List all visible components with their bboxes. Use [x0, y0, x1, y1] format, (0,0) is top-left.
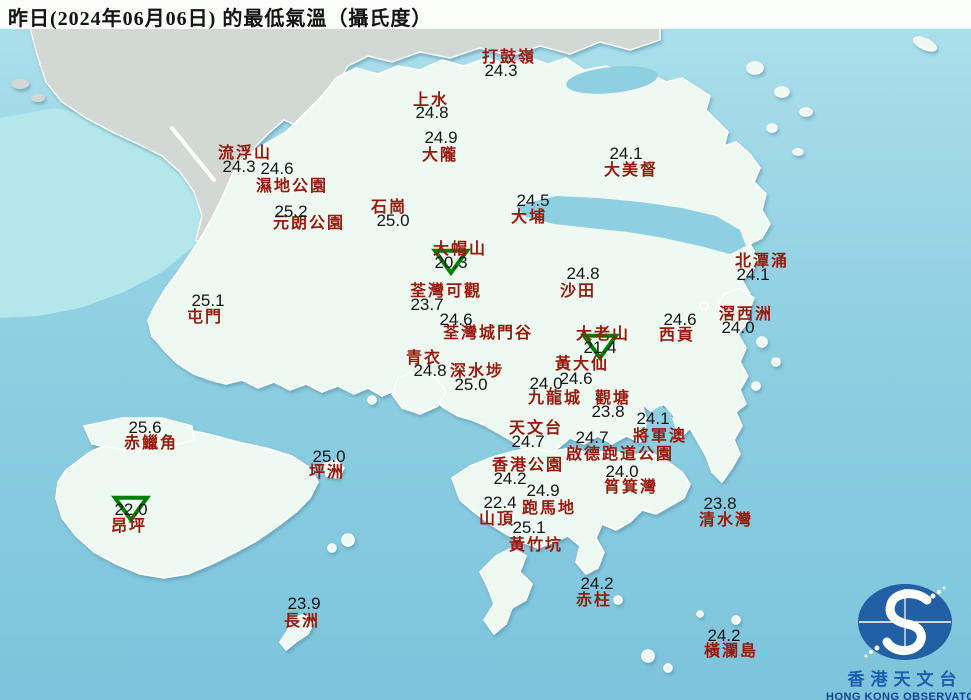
station-value: 24.8 — [413, 361, 447, 380]
station-value: 24.2 — [493, 469, 527, 488]
station-value: 24.2 — [707, 626, 741, 645]
station-value: 23.8 — [591, 402, 625, 421]
station-value: 23.8 — [703, 494, 737, 513]
station-value: 24.6 — [559, 369, 593, 388]
station-value: 24.6 — [663, 310, 697, 329]
station-value: 22.0 — [114, 500, 148, 519]
hko-logo: 香港天文台 HONG KONG OBSERVATORY — [826, 582, 971, 700]
station-value: 25.6 — [128, 418, 162, 437]
station-value: 24.9 — [424, 128, 458, 147]
station-value: 24.3 — [484, 61, 518, 80]
station-value: 24.1 — [609, 144, 643, 163]
station-value: 21.4 — [583, 338, 617, 357]
map-title: 昨日(2024年06月06日) 的最低氣溫（攝氏度） — [8, 8, 433, 30]
station-value: 24.6 — [260, 159, 294, 178]
station-value: 22.4 — [483, 493, 517, 512]
station-value: 24.8 — [566, 264, 600, 283]
station-value: 24.6 — [439, 310, 473, 329]
weather-map-page: 昨日(2024年06月06日) 的最低氣溫（攝氏度） 24.3 打鼓嶺 24.8 上水… — [0, 0, 971, 700]
station-value: 24.1 — [736, 265, 770, 284]
station-value: 24.3 — [222, 157, 256, 176]
station-value: 25.1 — [512, 518, 546, 537]
station-value: 25.2 — [274, 202, 308, 221]
station-value: 23.9 — [287, 594, 321, 613]
station-value: 25.1 — [191, 291, 225, 310]
station-value: 24.2 — [580, 574, 614, 593]
station-value: 24.8 — [415, 103, 449, 122]
station-value: 24.7 — [575, 428, 609, 447]
station-value: 25.0 — [312, 447, 346, 466]
station-value: 24.7 — [511, 432, 545, 451]
station-value: 25.0 — [454, 375, 488, 394]
station-value: 24.9 — [526, 481, 560, 500]
hko-logo-chinese: 香港天文台 — [847, 670, 963, 689]
station-value: 24.5 — [516, 191, 550, 210]
station-value: 24.0 — [529, 374, 563, 393]
station-value: 20.3 — [434, 253, 468, 272]
station-value: 24.0 — [605, 462, 639, 481]
hko-logo-icon — [858, 584, 952, 660]
station-value: 25.0 — [376, 211, 410, 230]
station-value: 24.0 — [721, 318, 755, 337]
station-value: 24.1 — [636, 409, 670, 428]
hko-logo-english: HONG KONG OBSERVATORY — [826, 691, 971, 700]
